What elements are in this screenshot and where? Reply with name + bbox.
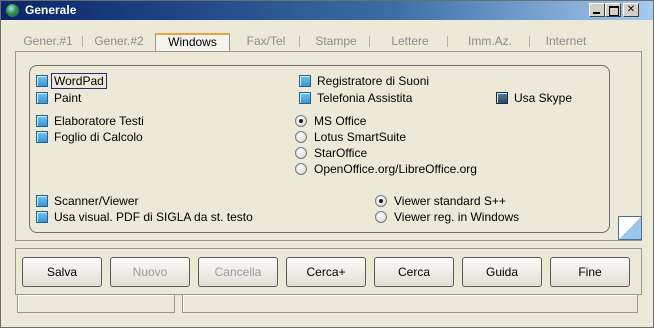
title-bar[interactable]: Generale ✕: [1, 1, 653, 20]
guida-button[interactable]: Guida: [462, 257, 542, 287]
status-panel-right: [182, 294, 638, 313]
scanner-viewer-checkbox[interactable]: [36, 195, 48, 207]
wordpad-checkbox[interactable]: [36, 75, 48, 87]
viewer-standard-radio[interactable]: [375, 195, 387, 207]
close-button[interactable]: ✕: [623, 3, 639, 17]
fine-button[interactable]: Fine: [550, 257, 630, 287]
tab-imm-az[interactable]: Imm.Az.: [450, 33, 530, 51]
wordpad-label: WordPad: [51, 73, 107, 89]
generale-window: Generale ✕ Gener.#1 Gener.#2 Windows Fax…: [0, 0, 654, 328]
scanner-viewer-label: Scanner/Viewer: [54, 194, 139, 208]
ms-office-label: MS Office: [314, 114, 367, 128]
staroffice-label: StarOffice: [314, 146, 368, 160]
paint-checkbox[interactable]: [36, 92, 48, 104]
cancella-button[interactable]: Cancella: [198, 257, 278, 287]
tab-lettere[interactable]: Lettere: [372, 33, 448, 51]
lotus-smartsuite-label: Lotus SmartSuite: [314, 130, 407, 144]
staroffice-radio[interactable]: [295, 147, 307, 159]
tab-windows[interactable]: Windows: [155, 33, 230, 51]
viewer-standard-label: Viewer standard S++: [394, 194, 506, 208]
registratore-label: Registratore di Suoni: [317, 74, 430, 88]
status-panel-left: [17, 294, 175, 313]
telefonia-checkbox[interactable]: [299, 92, 311, 104]
usa-pdf-checkbox[interactable]: [36, 211, 48, 223]
openoffice-radio[interactable]: [295, 163, 307, 175]
registratore-checkbox[interactable]: [299, 75, 311, 87]
window-title: Generale: [25, 3, 77, 17]
usa-pdf-label: Usa visual. PDF di SIGLA da st. testo: [54, 210, 253, 224]
minimize-button[interactable]: [589, 3, 605, 17]
usa-skype-checkbox[interactable]: [496, 92, 508, 104]
tab-strip: Gener.#1 Gener.#2 Windows Fax/Tel Stampe…: [13, 33, 643, 51]
viewer-windows-radio[interactable]: [375, 211, 387, 223]
telefonia-label: Telefonia Assistita: [317, 91, 413, 105]
openoffice-label: OpenOffice.org/LibreOffice.org: [314, 162, 477, 176]
foglio-di-calcolo-label: Foglio di Calcolo: [54, 130, 143, 144]
viewer-windows-label: Viewer reg. in Windows: [394, 210, 520, 224]
usa-skype-label: Usa Skype: [514, 91, 573, 105]
tab-stampe[interactable]: Stampe: [302, 33, 370, 51]
cerca-plus-button[interactable]: Cerca+: [286, 257, 366, 287]
tab-gener-1[interactable]: Gener.#1: [13, 33, 83, 51]
corner-fold-icon[interactable]: [618, 216, 642, 240]
tab-gener-2[interactable]: Gener.#2: [85, 33, 153, 51]
lotus-smartsuite-radio[interactable]: [295, 131, 307, 143]
foglio-di-calcolo-checkbox[interactable]: [36, 131, 48, 143]
elaboratore-testi-checkbox[interactable]: [36, 115, 48, 127]
tab-fax-tel[interactable]: Fax/Tel: [232, 33, 300, 51]
maximize-button[interactable]: [605, 3, 621, 17]
tab-internet[interactable]: Internet: [532, 33, 600, 51]
nuovo-button[interactable]: Nuovo: [110, 257, 190, 287]
elaboratore-testi-label: Elaboratore Testi: [54, 114, 144, 128]
salva-button[interactable]: Salva: [22, 257, 102, 287]
paint-label: Paint: [54, 91, 82, 105]
globe-icon: [5, 3, 20, 18]
ms-office-radio[interactable]: [295, 115, 307, 127]
cerca-button[interactable]: Cerca: [374, 257, 454, 287]
